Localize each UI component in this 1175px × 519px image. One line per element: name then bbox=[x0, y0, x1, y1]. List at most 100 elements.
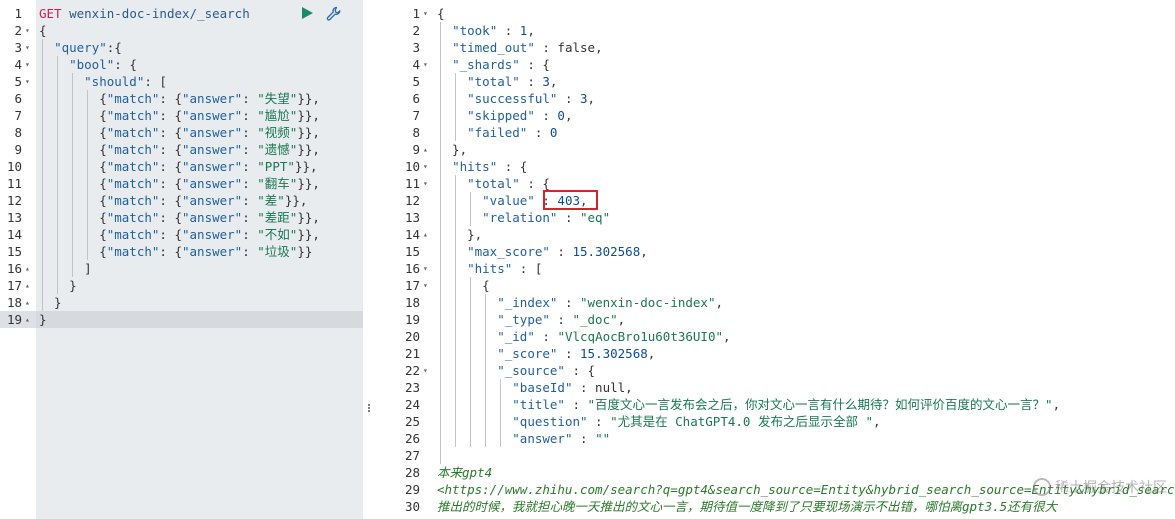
line-number: 20 bbox=[404, 329, 420, 344]
code-text: "answer" : "" bbox=[512, 431, 611, 446]
request-editor-pane[interactable]: 1 GET wenxin-doc-index/_search 2 ▾{3 ▾ "quer… bbox=[0, 0, 363, 519]
request-code-line[interactable]: 17 ▴ } bbox=[0, 277, 363, 294]
fold-toggle-icon[interactable]: ▾ bbox=[25, 73, 30, 90]
code-text: {"match": {"answer": "翻车"}}, bbox=[39, 176, 320, 191]
indent-guide bbox=[470, 277, 471, 447]
code-text: "hits" : { bbox=[452, 159, 528, 174]
request-code-line[interactable]: 11 {"match": {"answer": "翻车"}}, bbox=[0, 175, 363, 192]
fold-toggle-icon[interactable]: ▾ bbox=[423, 5, 428, 22]
fold-toggle-icon[interactable]: ▾ bbox=[423, 260, 428, 277]
code-text: 本来gpt4 bbox=[437, 465, 493, 480]
request-code-line[interactable]: 14 {"match": {"answer": "不如"}}, bbox=[0, 226, 363, 243]
code-text: }, bbox=[437, 227, 483, 242]
request-code-line[interactable]: 15 {"match": {"answer": "垃圾"}} bbox=[0, 243, 363, 260]
fold-toggle-icon[interactable]: ▾ bbox=[25, 22, 30, 39]
line-number: 26 bbox=[404, 431, 420, 446]
code-text: } bbox=[39, 312, 47, 327]
line-number: 14 bbox=[404, 227, 420, 242]
code-text: "_shards" : { bbox=[452, 57, 550, 72]
line-number: 15 bbox=[404, 244, 420, 259]
fold-toggle-icon[interactable]: ▾ bbox=[423, 56, 428, 73]
line-number: 7 bbox=[412, 108, 420, 123]
line-number: 4 bbox=[14, 57, 22, 72]
line-number: 17 bbox=[6, 278, 22, 293]
fold-toggle-icon[interactable]: ▾ bbox=[423, 362, 428, 379]
run-request-icon[interactable] bbox=[300, 6, 314, 20]
line-number: 2 bbox=[14, 23, 22, 38]
response-code-line: 8 "failed" : 0 bbox=[378, 124, 1175, 141]
request-code-line[interactable]: 7 {"match": {"answer": "尴尬"}}, bbox=[0, 107, 363, 124]
line-number: 1 bbox=[14, 6, 22, 21]
fold-toggle-icon[interactable]: ▾ bbox=[25, 56, 30, 73]
request-code-line[interactable]: 13 {"match": {"answer": "差距"}}, bbox=[0, 209, 363, 226]
code-text: 推出的时候，我就担心晚一天推出的文心一言，期待值一度降到了只要现场演示不出错，哪… bbox=[437, 499, 1058, 514]
response-code-line: 3 "timed_out" : false, bbox=[378, 39, 1175, 56]
response-code-line: 13 "relation" : "eq" bbox=[378, 209, 1175, 226]
line-number: 18 bbox=[404, 295, 420, 310]
request-code-line[interactable]: 16 ▴ ] bbox=[0, 260, 363, 277]
fold-toggle-icon[interactable]: ▴ bbox=[423, 226, 428, 243]
request-code-line[interactable]: 4 ▾ "bool": { bbox=[0, 56, 363, 73]
fold-toggle-icon[interactable]: ▾ bbox=[423, 158, 428, 175]
line-number: 9 bbox=[412, 142, 420, 157]
code-text: {"match": {"answer": "差距"}}, bbox=[39, 210, 320, 225]
indent-guide bbox=[455, 73, 456, 141]
response-code-line: 22 ▾ "_source" : { bbox=[378, 362, 1175, 379]
response-viewer-pane[interactable]: 1 ▾{2 "took" : 1, 3 "timed_out" : false, 4 ▾… bbox=[378, 0, 1175, 519]
indent-guide bbox=[440, 22, 441, 464]
fold-toggle-icon[interactable]: ▴ bbox=[25, 277, 30, 294]
response-code-line: 24 "title" : "百度文心一言发布会之后，你对文心一言有什么期待？如何… bbox=[378, 396, 1175, 413]
line-number: 5 bbox=[412, 74, 420, 89]
response-code-line: 9 ▴ }, bbox=[378, 141, 1175, 158]
fold-toggle-icon[interactable]: ▴ bbox=[25, 260, 30, 277]
code-text: GET wenxin-doc-index/_search bbox=[39, 5, 250, 22]
line-number: 10 bbox=[404, 159, 420, 174]
line-number: 15 bbox=[6, 244, 22, 259]
code-text: "_type" : "_doc", bbox=[497, 312, 626, 327]
line-number: 29 bbox=[404, 482, 420, 497]
line-number: 3 bbox=[412, 40, 420, 55]
fold-toggle-icon[interactable]: ▾ bbox=[25, 39, 30, 56]
code-text: {"match": {"answer": "失望"}}, bbox=[39, 91, 320, 106]
indent-guide bbox=[500, 379, 501, 447]
line-number: 13 bbox=[404, 210, 420, 225]
code-text: { bbox=[437, 6, 445, 21]
fold-toggle-icon[interactable]: ▾ bbox=[423, 277, 428, 294]
fold-toggle-icon[interactable]: ▴ bbox=[25, 311, 30, 328]
response-code-line: 17 ▾ { bbox=[378, 277, 1175, 294]
line-number: 6 bbox=[14, 91, 22, 106]
fold-toggle-icon[interactable]: ▾ bbox=[423, 175, 428, 192]
response-code-line: 25 "question" : "尤其是在 ChatGPT4.0 发布之后显示全… bbox=[378, 413, 1175, 430]
request-code-line[interactable]: 9 {"match": {"answer": "遗憾"}}, bbox=[0, 141, 363, 158]
line-number: 30 bbox=[404, 499, 420, 514]
line-number: 3 bbox=[14, 40, 22, 55]
pane-resize-handle[interactable] bbox=[363, 0, 378, 519]
request-code-line[interactable]: 6 {"match": {"answer": "失望"}}, bbox=[0, 90, 363, 107]
response-code-line: 7 "skipped" : 0, bbox=[378, 107, 1175, 124]
line-number: 16 bbox=[6, 261, 22, 276]
code-text: "hits" : [ bbox=[467, 261, 543, 276]
response-code-line: 11 ▾ "total" : { bbox=[378, 175, 1175, 192]
indent-guide bbox=[485, 294, 486, 447]
code-text: "took" : 1, bbox=[452, 23, 535, 38]
request-code-line[interactable]: 10 {"match": {"answer": "PPT"}}, bbox=[0, 158, 363, 175]
code-text: {"match": {"answer": "差"}}, bbox=[39, 193, 308, 208]
code-text: "baseId" : null, bbox=[512, 380, 633, 395]
request-code-line[interactable]: 19 ▴} bbox=[0, 311, 363, 328]
line-number: 18 bbox=[6, 295, 22, 310]
response-code-line: 20 "_id" : "VlcqAocBro1u60t36UI0", bbox=[378, 328, 1175, 345]
response-code-line: 6 "successful" : 3, bbox=[378, 90, 1175, 107]
watermark-logo-icon bbox=[1033, 478, 1051, 496]
request-code-line[interactable]: 3 ▾ "query":{ bbox=[0, 39, 363, 56]
indent-guide bbox=[470, 192, 471, 226]
request-code-line[interactable]: 5 ▾ "should": [ bbox=[0, 73, 363, 90]
fold-toggle-icon[interactable]: ▴ bbox=[423, 141, 428, 158]
request-code-line[interactable]: 12 {"match": {"answer": "差"}}, bbox=[0, 192, 363, 209]
code-text: "question" : "尤其是在 ChatGPT4.0 发布之后显示全部 "… bbox=[512, 414, 881, 429]
wrench-settings-icon[interactable] bbox=[326, 6, 342, 22]
line-number: 13 bbox=[6, 210, 22, 225]
fold-toggle-icon[interactable]: ▴ bbox=[25, 294, 30, 311]
request-code-line[interactable]: 18 ▴ } bbox=[0, 294, 363, 311]
request-code-line[interactable]: 2 ▾ { bbox=[0, 22, 363, 39]
request-code-line[interactable]: 8 {"match": {"answer": "视频"}}, bbox=[0, 124, 363, 141]
